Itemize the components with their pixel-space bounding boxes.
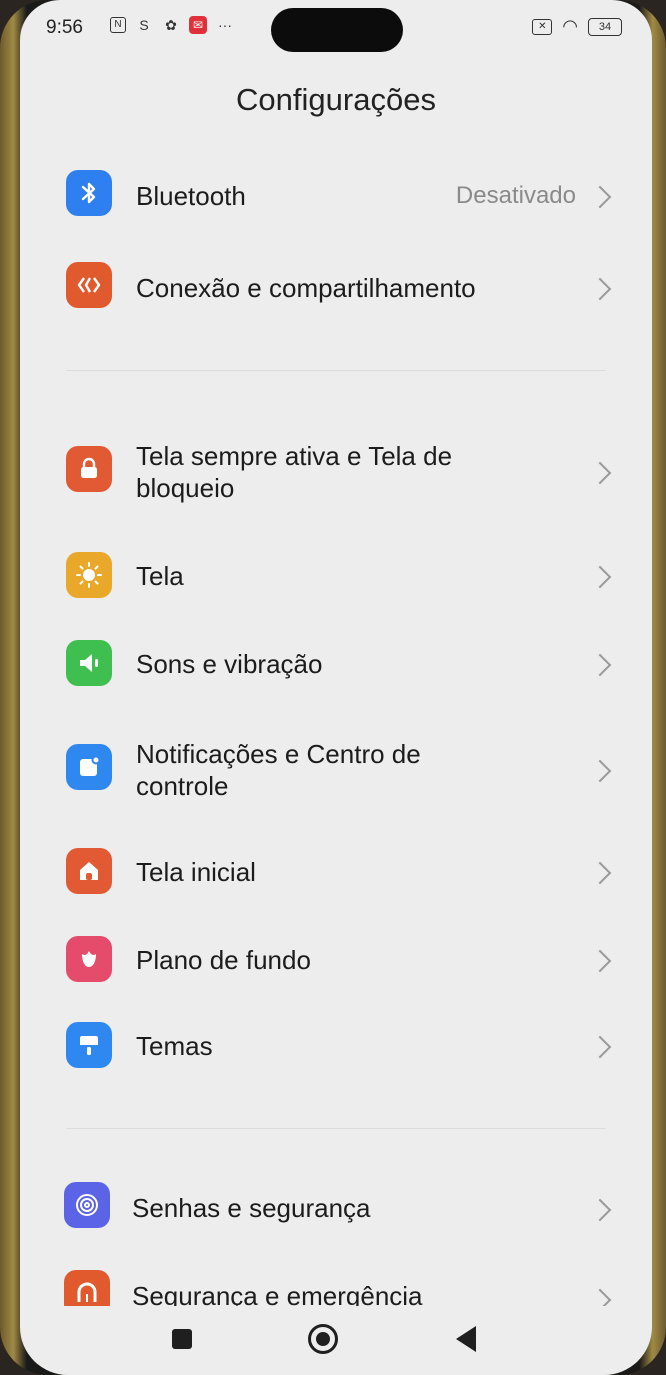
- settings-item-label: Segurança e emergência: [132, 1281, 423, 1306]
- settings-item-themes[interactable]: Temas: [20, 1006, 652, 1086]
- wifi-icon: ◠: [562, 16, 578, 36]
- no-sim-icon: ✕: [532, 18, 553, 35]
- status-time: 9:56: [46, 17, 83, 38]
- emergency-icon: [64, 1270, 110, 1306]
- settings-item-label: Temas: [136, 1031, 213, 1061]
- settings-item-label: Notificações e Centro de controle: [136, 739, 421, 801]
- camera-cutout: [271, 8, 403, 52]
- bluetooth-status: Desativado: [455, 182, 576, 209]
- settings-item-bluetooth[interactable]: Bluetooth Desativado: [20, 156, 652, 236]
- chevron-right-icon: [588, 653, 612, 677]
- settings-item-label: Tela: [136, 561, 184, 591]
- section-divider: [66, 370, 606, 371]
- settings-item-lock-screen[interactable]: Tela sempre ativa e Tela de bloqueio: [20, 430, 652, 514]
- chevron-right-icon: [588, 759, 612, 783]
- settings-item-label: Conexão e compartilhamento: [136, 273, 476, 303]
- bluetooth-icon: [66, 170, 112, 216]
- chevron-right-icon: [588, 565, 612, 589]
- chevron-right-icon: [588, 185, 612, 209]
- recents-button[interactable]: [172, 1329, 192, 1349]
- section-divider: [66, 1128, 606, 1129]
- settings-item-wallpaper[interactable]: Plano de fundo: [20, 920, 652, 1000]
- settings-item-display[interactable]: Tela: [20, 536, 652, 616]
- settings-item-home-screen[interactable]: Tela inicial: [20, 832, 652, 912]
- gear-icon: ✿: [165, 17, 177, 33]
- settings-item-label: Plano de fundo: [136, 945, 311, 975]
- settings-item-label: Sons e vibração: [136, 649, 323, 679]
- settings-screen: 9:56 N S ✿ ✉ ··· ✕ ◠ 34 Configurações Bl…: [20, 0, 652, 1375]
- notification-icon: [66, 744, 112, 790]
- settings-item-connection[interactable]: Conexão e compartilhamento: [20, 248, 652, 328]
- nfc-icon: N: [110, 17, 126, 33]
- home-button[interactable]: [308, 1324, 338, 1354]
- settings-item-emergency[interactable]: Segurança e emergência: [20, 1256, 652, 1306]
- sync-icon: S: [139, 17, 149, 33]
- wallpaper-icon: [66, 936, 112, 982]
- battery-icon: 34: [588, 17, 622, 36]
- chevron-right-icon: [588, 1035, 612, 1059]
- more-icon: ···: [218, 17, 232, 33]
- theme-icon: [66, 1022, 112, 1068]
- settings-item-label: Senhas e segurança: [132, 1193, 371, 1223]
- connection-icon: [66, 262, 112, 308]
- chevron-right-icon: [588, 1288, 612, 1306]
- chevron-right-icon: [588, 1198, 612, 1222]
- settings-item-sound[interactable]: Sons e vibração: [20, 624, 652, 704]
- back-button[interactable]: [456, 1326, 476, 1352]
- navigation-bar: [20, 1310, 652, 1370]
- settings-item-notifications[interactable]: Notificações e Centro de controle: [20, 728, 652, 812]
- settings-item-label: Tela sempre ativa e Tela de bloqueio: [136, 441, 453, 503]
- status-bar: 9:56 N S ✿ ✉ ··· ✕ ◠ 34: [20, 0, 652, 58]
- chevron-right-icon: [588, 861, 612, 885]
- mail-app-icon: ✉: [189, 16, 207, 34]
- lock-icon: [66, 446, 112, 492]
- settings-item-passwords[interactable]: Senhas e segurança: [20, 1166, 652, 1246]
- settings-item-label: Bluetooth: [136, 181, 246, 211]
- battery-level: 34: [598, 20, 612, 33]
- status-icons-left: N S ✿ ✉ ···: [90, 16, 234, 34]
- page-title: Configurações: [236, 82, 436, 117]
- chevron-right-icon: [588, 277, 612, 301]
- fingerprint-icon: [64, 1182, 110, 1228]
- chevron-right-icon: [588, 461, 612, 485]
- chevron-right-icon: [588, 949, 612, 973]
- sun-icon: [66, 552, 112, 598]
- home-icon: [66, 848, 112, 894]
- speaker-icon: [66, 640, 112, 686]
- status-icons-right: ✕ ◠ 34: [532, 16, 622, 37]
- settings-item-label: Tela inicial: [136, 857, 256, 887]
